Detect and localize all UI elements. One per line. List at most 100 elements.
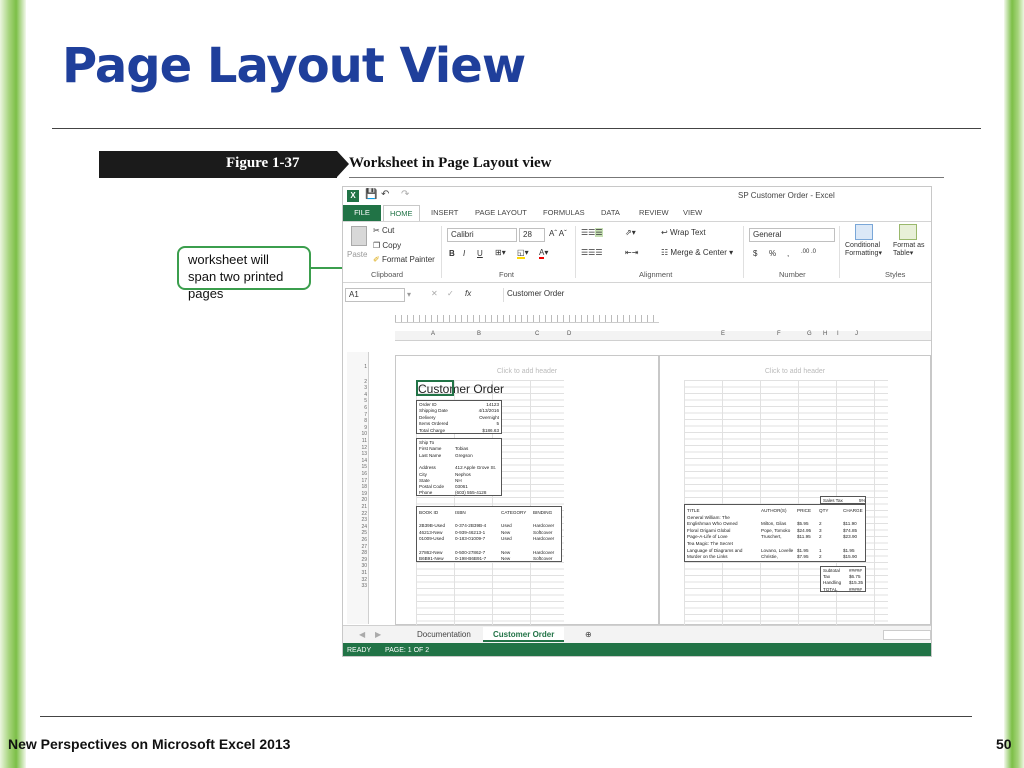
col-header-a[interactable]: A [431,331,435,337]
tab-formulas[interactable]: FORMULAS [537,205,591,221]
tab-view[interactable]: VIEW [677,205,708,221]
row-number[interactable]: 8 [347,418,369,424]
col-header-g[interactable]: G [807,331,812,337]
row-number[interactable]: 10 [347,431,369,437]
book-cell[interactable]: 27862-New [419,550,443,555]
title-cell[interactable]: $1.95 [797,548,809,553]
font-color-icon[interactable]: A▾ [539,248,548,259]
orientation-icon[interactable]: ⇗▾ [625,228,636,237]
row-number[interactable]: 22 [347,511,369,517]
cancel-icon[interactable]: ✕ [431,289,438,298]
row-number[interactable]: 3 [347,385,369,391]
book-cell[interactable]: 0-500-27862-7 [455,550,485,555]
paste-icon[interactable] [351,226,367,246]
header-placeholder-1[interactable]: Click to add header [396,368,658,375]
col-header-e[interactable]: E [721,331,725,337]
format-painter-button[interactable]: ✐ Format Painter [373,255,435,264]
conditional-formatting-icon[interactable] [855,224,873,240]
font-name-box[interactable]: Calibri [447,228,517,242]
title-cell[interactable]: Tea Magic: The Secret [687,541,733,546]
book-cell[interactable]: B6B91-New [419,556,444,561]
currency-button[interactable]: $ [753,249,757,258]
title-cell[interactable]: Englishman Who Owned [687,521,738,526]
format-as-table-button[interactable]: Format as Table▾ [893,242,925,257]
row-number[interactable]: 4 [347,392,369,398]
sheet-tab-customer-order[interactable]: Customer Order [483,627,565,642]
number-format-box[interactable]: General [749,228,835,242]
book-cell[interactable]: BINDING [533,510,552,515]
add-sheet-icon[interactable]: ⊕ [575,627,602,642]
book-cell[interactable]: 01009-Used [419,536,444,541]
row-number[interactable]: 31 [347,570,369,576]
book-cell[interactable]: 0-374-2B39B-4 [455,523,486,528]
ship-to-cell[interactable]: City [419,472,427,477]
chevron-down-icon[interactable]: ▾ [407,290,411,299]
font-size-box[interactable]: 28 [519,228,545,242]
function-icon[interactable]: fx [465,289,471,298]
scroll-right-icon[interactable]: ▶ [365,627,391,642]
title-cell[interactable]: $24.95 [797,528,811,533]
order-info-cell[interactable]: Shipping Date [419,408,448,413]
total-cell[interactable]: TOTAL [823,587,837,592]
title-cell[interactable]: TITLE [687,508,700,513]
row-number[interactable]: 15 [347,464,369,470]
ship-to-cell[interactable]: Ship To [419,440,434,445]
row-number[interactable]: 13 [347,451,369,457]
ship-to-cell[interactable]: Gregson [455,453,473,458]
tab-review[interactable]: REVIEW [633,205,675,221]
book-cell[interactable]: Hardcover [533,523,554,528]
ship-to-cell[interactable]: Phone [419,490,432,495]
total-cell[interactable]: ##### [849,568,862,573]
order-info-cell[interactable]: Items Ordered [419,421,448,426]
book-cell[interactable]: Hardcover [533,550,554,555]
conditional-formatting-button[interactable]: Conditional Formatting▾ [845,242,882,257]
row-number[interactable]: 17 [347,478,369,484]
ship-to-cell[interactable]: Tobias [455,446,468,451]
total-cell[interactable]: $15.35 [849,580,863,585]
bold-button[interactable]: B [449,249,455,258]
row-number[interactable]: 11 [347,438,369,444]
book-cell[interactable]: New [501,550,510,555]
indent-icon[interactable]: ⇤⇥ [625,248,638,257]
book-cell[interactable]: 0-198-B6B91-7 [455,556,486,561]
ship-to-cell[interactable]: Nephos [455,472,471,477]
ship-to-cell[interactable]: 03061 [455,484,468,489]
row-number[interactable]: 9 [347,425,369,431]
undo-icon[interactable]: ↶ [381,189,389,200]
row-number[interactable]: 1 [347,364,369,370]
title-cell[interactable]: Pope, Tomoko [761,528,790,533]
tab-home[interactable]: HOME [383,205,420,221]
title-cell[interactable]: Language of Diagrams and [687,548,742,553]
borders-icon[interactable]: ⊞▾ [495,248,506,257]
align-left-icon[interactable]: ☰☰☰ [581,248,603,257]
title-cell[interactable]: $5.95 [797,521,809,526]
tab-data[interactable]: DATA [595,205,626,221]
title-cell[interactable]: Christie, [761,554,778,559]
comma-button[interactable]: , [787,249,789,258]
book-cell[interactable]: 0-183-01009-7 [455,536,485,541]
title-cell[interactable]: AUTHOR(S) [761,508,787,513]
book-cell[interactable]: ISBN [455,510,466,515]
merge-center-button[interactable]: ☷ Merge & Center ▾ [661,248,733,257]
title-cell[interactable]: General William: The [687,515,730,520]
save-icon[interactable]: 💾 [365,189,377,200]
active-cell[interactable] [416,380,454,396]
row-number[interactable]: 26 [347,537,369,543]
row-number[interactable]: 2 [347,379,369,385]
redo-icon[interactable]: ↷ [401,189,409,200]
row-number[interactable]: 28 [347,550,369,556]
row-number[interactable]: 6 [347,405,369,411]
tab-page-layout[interactable]: PAGE LAYOUT [469,205,533,221]
title-cell[interactable]: 3 [819,528,822,533]
title-cell[interactable]: Floral Origami Global [687,528,730,533]
order-info-cell[interactable]: Overnight [479,415,499,420]
book-cell[interactable]: Softcover [533,556,552,561]
row-number[interactable]: 29 [347,557,369,563]
book-cell[interactable]: Hardcover [533,536,554,541]
col-header-f[interactable]: F [777,331,781,337]
order-info-cell[interactable]: Total Charge [419,428,445,433]
total-cell[interactable]: ##### [849,587,862,592]
fill-color-icon[interactable]: ◱▾ [517,248,529,259]
sheet-tab-documentation[interactable]: Documentation [407,627,481,642]
title-cell[interactable]: $11.95 [797,534,811,539]
